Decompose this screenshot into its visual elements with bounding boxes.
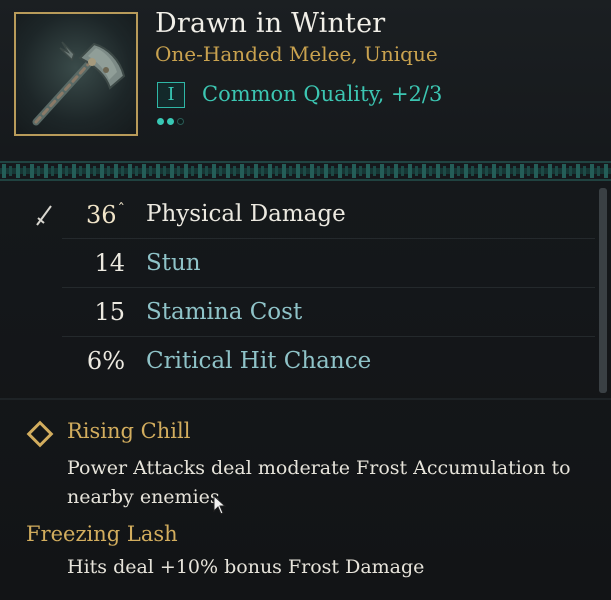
stat-row-critical-hit-chance: 6% Critical Hit Chance — [62, 337, 595, 385]
diamond-icon — [26, 420, 54, 448]
stat-increase-icon: ˆ — [117, 200, 126, 218]
stat-row-physical-damage: 36ˆ Physical Damage — [62, 190, 595, 239]
quality-pip-filled — [167, 118, 174, 125]
stat-label: Physical Damage — [146, 201, 346, 227]
perk-description: Power Attacks deal moderate Frost Accumu… — [67, 457, 571, 508]
stat-value: 15 — [94, 298, 125, 326]
stat-row-stun: 14 Stun — [62, 239, 595, 288]
quality-tier-badge: I — [157, 82, 185, 108]
quality-pips — [157, 110, 187, 125]
item-tooltip: Drawn in Winter One-Handed Melee, Unique… — [0, 0, 611, 600]
axe-icon — [32, 41, 126, 126]
item-thumbnail — [14, 12, 138, 136]
quality-pip-empty — [177, 118, 184, 125]
perk-name: Rising Chill — [67, 419, 191, 443]
stats-list: 36ˆ Physical Damage 14 Stun 15 Stamina C… — [0, 190, 595, 385]
ornamental-divider — [0, 160, 611, 182]
stat-row-stamina-cost: 15 Stamina Cost — [62, 288, 595, 337]
mouse-cursor-icon — [213, 495, 227, 515]
scrollbar-thumb[interactable] — [599, 188, 607, 393]
quality-label: Common Quality, +2/3 — [202, 82, 443, 106]
section-divider — [0, 398, 611, 400]
stat-value: 14 — [94, 249, 125, 277]
stat-label: Critical Hit Chance — [146, 348, 372, 374]
stat-label: Stamina Cost — [146, 299, 303, 325]
stat-value: 6% — [86, 347, 125, 375]
perk-description: Hits deal +10% bonus Frost Damage — [67, 556, 425, 578]
item-type: One-Handed Melee, Unique — [155, 42, 438, 66]
perk-name: Freezing Lash — [26, 522, 178, 546]
stat-value: 36ˆ — [85, 200, 126, 229]
item-name: Drawn in Winter — [155, 8, 386, 39]
stat-label: Stun — [146, 250, 201, 276]
quality-pip-filled — [157, 118, 164, 125]
scrollbar[interactable] — [599, 188, 607, 393]
